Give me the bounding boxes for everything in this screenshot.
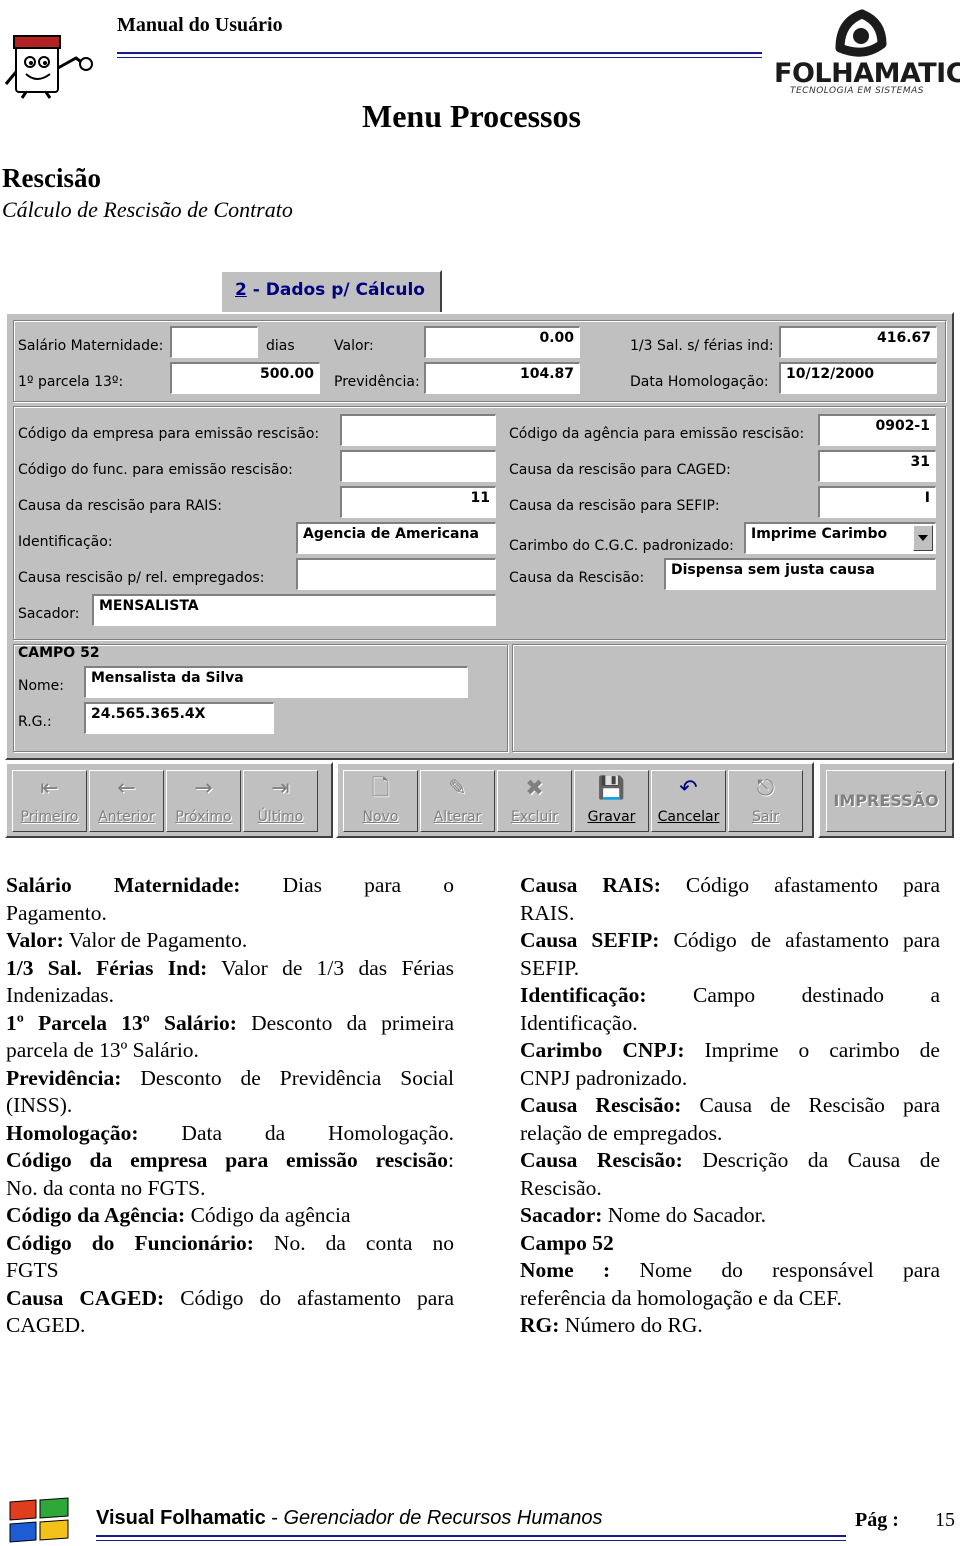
cod-func-field[interactable] — [340, 450, 496, 482]
label-causa-caged: Causa da rescisão para CAGED: — [509, 462, 731, 478]
mascot-logo — [4, 35, 93, 99]
exit-door-icon: ⎋ — [756, 776, 775, 801]
undo-icon: ↶ — [679, 776, 698, 801]
label-identificacao: Identificação: — [18, 534, 113, 550]
previdencia-field[interactable]: 104.87 — [424, 362, 580, 394]
left-description-column: Salário Maternidade: Dias para o Pagamen… — [6, 873, 455, 1337]
tab-label: 2 - Dados p/ Cálculo — [235, 280, 425, 300]
group-empty — [512, 644, 946, 752]
edit-pencil-icon: ✎ — [448, 776, 467, 801]
label-causa-rescisao: Causa da Rescisão: — [509, 570, 645, 586]
label-causa-empregados: Causa rescisão p/ rel. empregados: — [18, 570, 265, 586]
logo-text: FOLHAMATIC — [774, 58, 960, 89]
page-label: Pág : — [855, 1509, 899, 1531]
sacador-field[interactable]: MENSALISTA — [92, 594, 496, 626]
excluir-button[interactable]: ✖ Excluir — [497, 770, 572, 832]
chevron-down-icon[interactable] — [913, 525, 933, 551]
label-dias: dias — [266, 338, 295, 354]
causa-empregados-field[interactable] — [296, 558, 496, 590]
identificacao-field[interactable]: Agencia de Americana — [296, 522, 496, 554]
causa-sefip-field[interactable]: I — [818, 486, 936, 518]
header-rule-thin — [117, 57, 762, 58]
cod-agencia-field[interactable]: 0902-1 — [818, 414, 936, 446]
label-causa-rais: Causa da rescisão para RAIS: — [18, 498, 223, 514]
novo-button[interactable]: 🗋 Novo — [343, 770, 418, 832]
label-cod-func: Código do func. para emissão rescisão: — [18, 462, 293, 478]
logo-subtitle: TECNOLOGIA EM SISTEMAS — [790, 86, 924, 96]
footer-rule — [96, 1535, 846, 1537]
valor-field[interactable]: 0.00 — [424, 326, 580, 358]
arrow-left-icon: ← — [117, 776, 136, 801]
doc-title: Manual do Usuário — [117, 14, 283, 36]
nome-field[interactable]: Mensalista da Silva — [84, 666, 468, 698]
label-rg: R.G.: — [18, 714, 52, 730]
label-salario-maternidade: Salário Maternidade: — [18, 338, 164, 354]
section-subtitle: Cálculo de Rescisão de Contrato — [2, 197, 293, 222]
last-record-icon: ⇥ — [271, 776, 290, 801]
page-number: 15 — [935, 1509, 955, 1531]
proximo-button[interactable]: → Próximo — [166, 770, 241, 832]
arrow-right-icon: → — [194, 776, 213, 801]
homologacao-field[interactable]: 10/12/2000 — [779, 362, 937, 394]
label-nome: Nome: — [18, 678, 65, 694]
primeiro-button[interactable]: ⇤ Primeiro — [12, 770, 87, 832]
anterior-button[interactable]: ← Anterior — [89, 770, 164, 832]
label-sal-ferias: 1/3 Sal. s/ férias ind: — [630, 338, 774, 354]
parcela-13-field[interactable]: 500.00 — [170, 362, 320, 394]
windows-flag-icon — [9, 1497, 69, 1543]
section-title: Rescisão — [2, 163, 101, 193]
delete-x-icon: ✖ — [525, 776, 544, 801]
footer-rule-thin — [96, 1540, 846, 1541]
first-record-icon: ⇤ — [40, 776, 59, 801]
header-rule — [117, 52, 762, 54]
menu-title: Menu Processos — [362, 98, 581, 134]
alterar-button[interactable]: ✎ Alterar — [420, 770, 495, 832]
label-cod-agencia: Código da agência para emissão rescisão: — [509, 426, 805, 442]
salario-maternidade-field[interactable] — [170, 326, 258, 358]
carimbo-select[interactable]: Imprime Carimbo — [744, 522, 936, 554]
sair-button[interactable]: ⎋ Sair — [728, 770, 803, 832]
rg-field[interactable]: 24.565.365.4X — [84, 702, 274, 734]
causa-rais-field[interactable]: 11 — [340, 486, 496, 518]
label-sacador: Sacador: — [18, 606, 80, 622]
causa-caged-field[interactable]: 31 — [818, 450, 936, 482]
save-disk-icon: 💾 — [597, 776, 626, 801]
footer-text: Visual Folhamatic - Gerenciador de Recur… — [96, 1507, 603, 1529]
label-valor: Valor: — [334, 338, 374, 354]
label-causa-sefip: Causa da rescisão para SEFIP: — [509, 498, 720, 514]
impressao-button[interactable]: IMPRESSÃO — [826, 770, 946, 832]
label-cod-empresa: Código da empresa para emissão rescisão: — [18, 426, 320, 442]
gravar-button[interactable]: 💾 Gravar — [574, 770, 649, 832]
ultimo-button[interactable]: ⇥ Último — [243, 770, 318, 832]
new-document-icon: 🗋 — [371, 776, 390, 801]
campo52-title: CAMPO 52 — [18, 645, 100, 661]
cod-empresa-field[interactable] — [340, 414, 496, 446]
cancelar-button[interactable]: ↶ Cancelar — [651, 770, 726, 832]
right-description-column: Causa RAIS: Código afastamento para RAIS… — [520, 873, 940, 1337]
causa-rescisao-field[interactable]: Dispensa sem justa causa — [664, 558, 936, 590]
label-parcela-13: 1º parcela 13º: — [18, 374, 124, 390]
label-previdencia: Previdência: — [334, 374, 420, 390]
label-homologacao: Data Homologação: — [630, 374, 769, 390]
label-carimbo: Carimbo do C.G.C. padronizado: — [509, 538, 734, 554]
sal-ferias-field[interactable]: 416.67 — [779, 326, 937, 358]
